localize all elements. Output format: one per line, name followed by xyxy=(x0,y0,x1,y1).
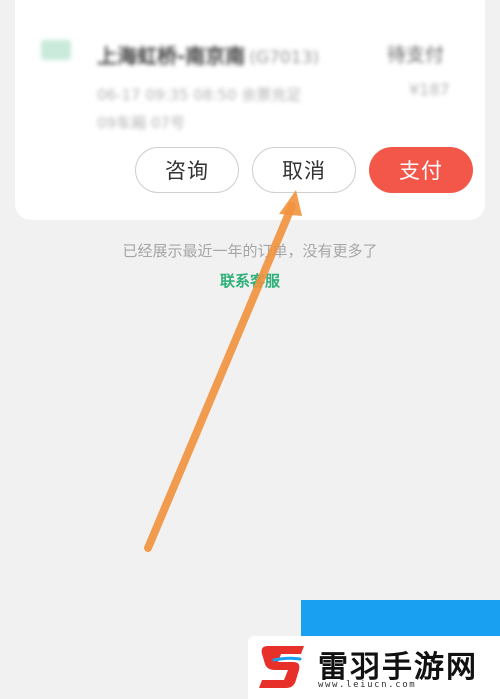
order-route: 上海虹桥-南京南 xyxy=(97,44,246,68)
no-more-orders-note: 已经展示最近一年的订单，没有更多了 xyxy=(122,242,378,260)
order-status: 待支付 xyxy=(387,44,445,66)
order-seat: 09车厢 07号 xyxy=(97,114,185,132)
order-train-number: (G7013) xyxy=(249,48,320,68)
order-detail: 06-17 09:35 08:50 余票充足 xyxy=(97,86,302,104)
order-price: ¥187 xyxy=(409,80,450,99)
brand-logo-icon xyxy=(259,646,304,688)
consult-button[interactable]: 咨询 xyxy=(135,147,239,193)
order-card[interactable]: 上海虹桥-南京南 (G7013) 待支付 06-17 09:35 08:50 余票… xyxy=(15,0,485,220)
cancel-button[interactable]: 取消 xyxy=(252,147,356,193)
watermark: 雷羽手游网 www.leiucn.com xyxy=(248,636,500,699)
train-icon xyxy=(41,40,71,60)
brand-url: www.leiucn.com xyxy=(318,680,417,690)
pay-button[interactable]: 支付 xyxy=(369,147,473,193)
order-title: 上海虹桥-南京南 (G7013) xyxy=(97,40,319,69)
contact-support-link[interactable]: 联系客服 xyxy=(0,270,500,291)
